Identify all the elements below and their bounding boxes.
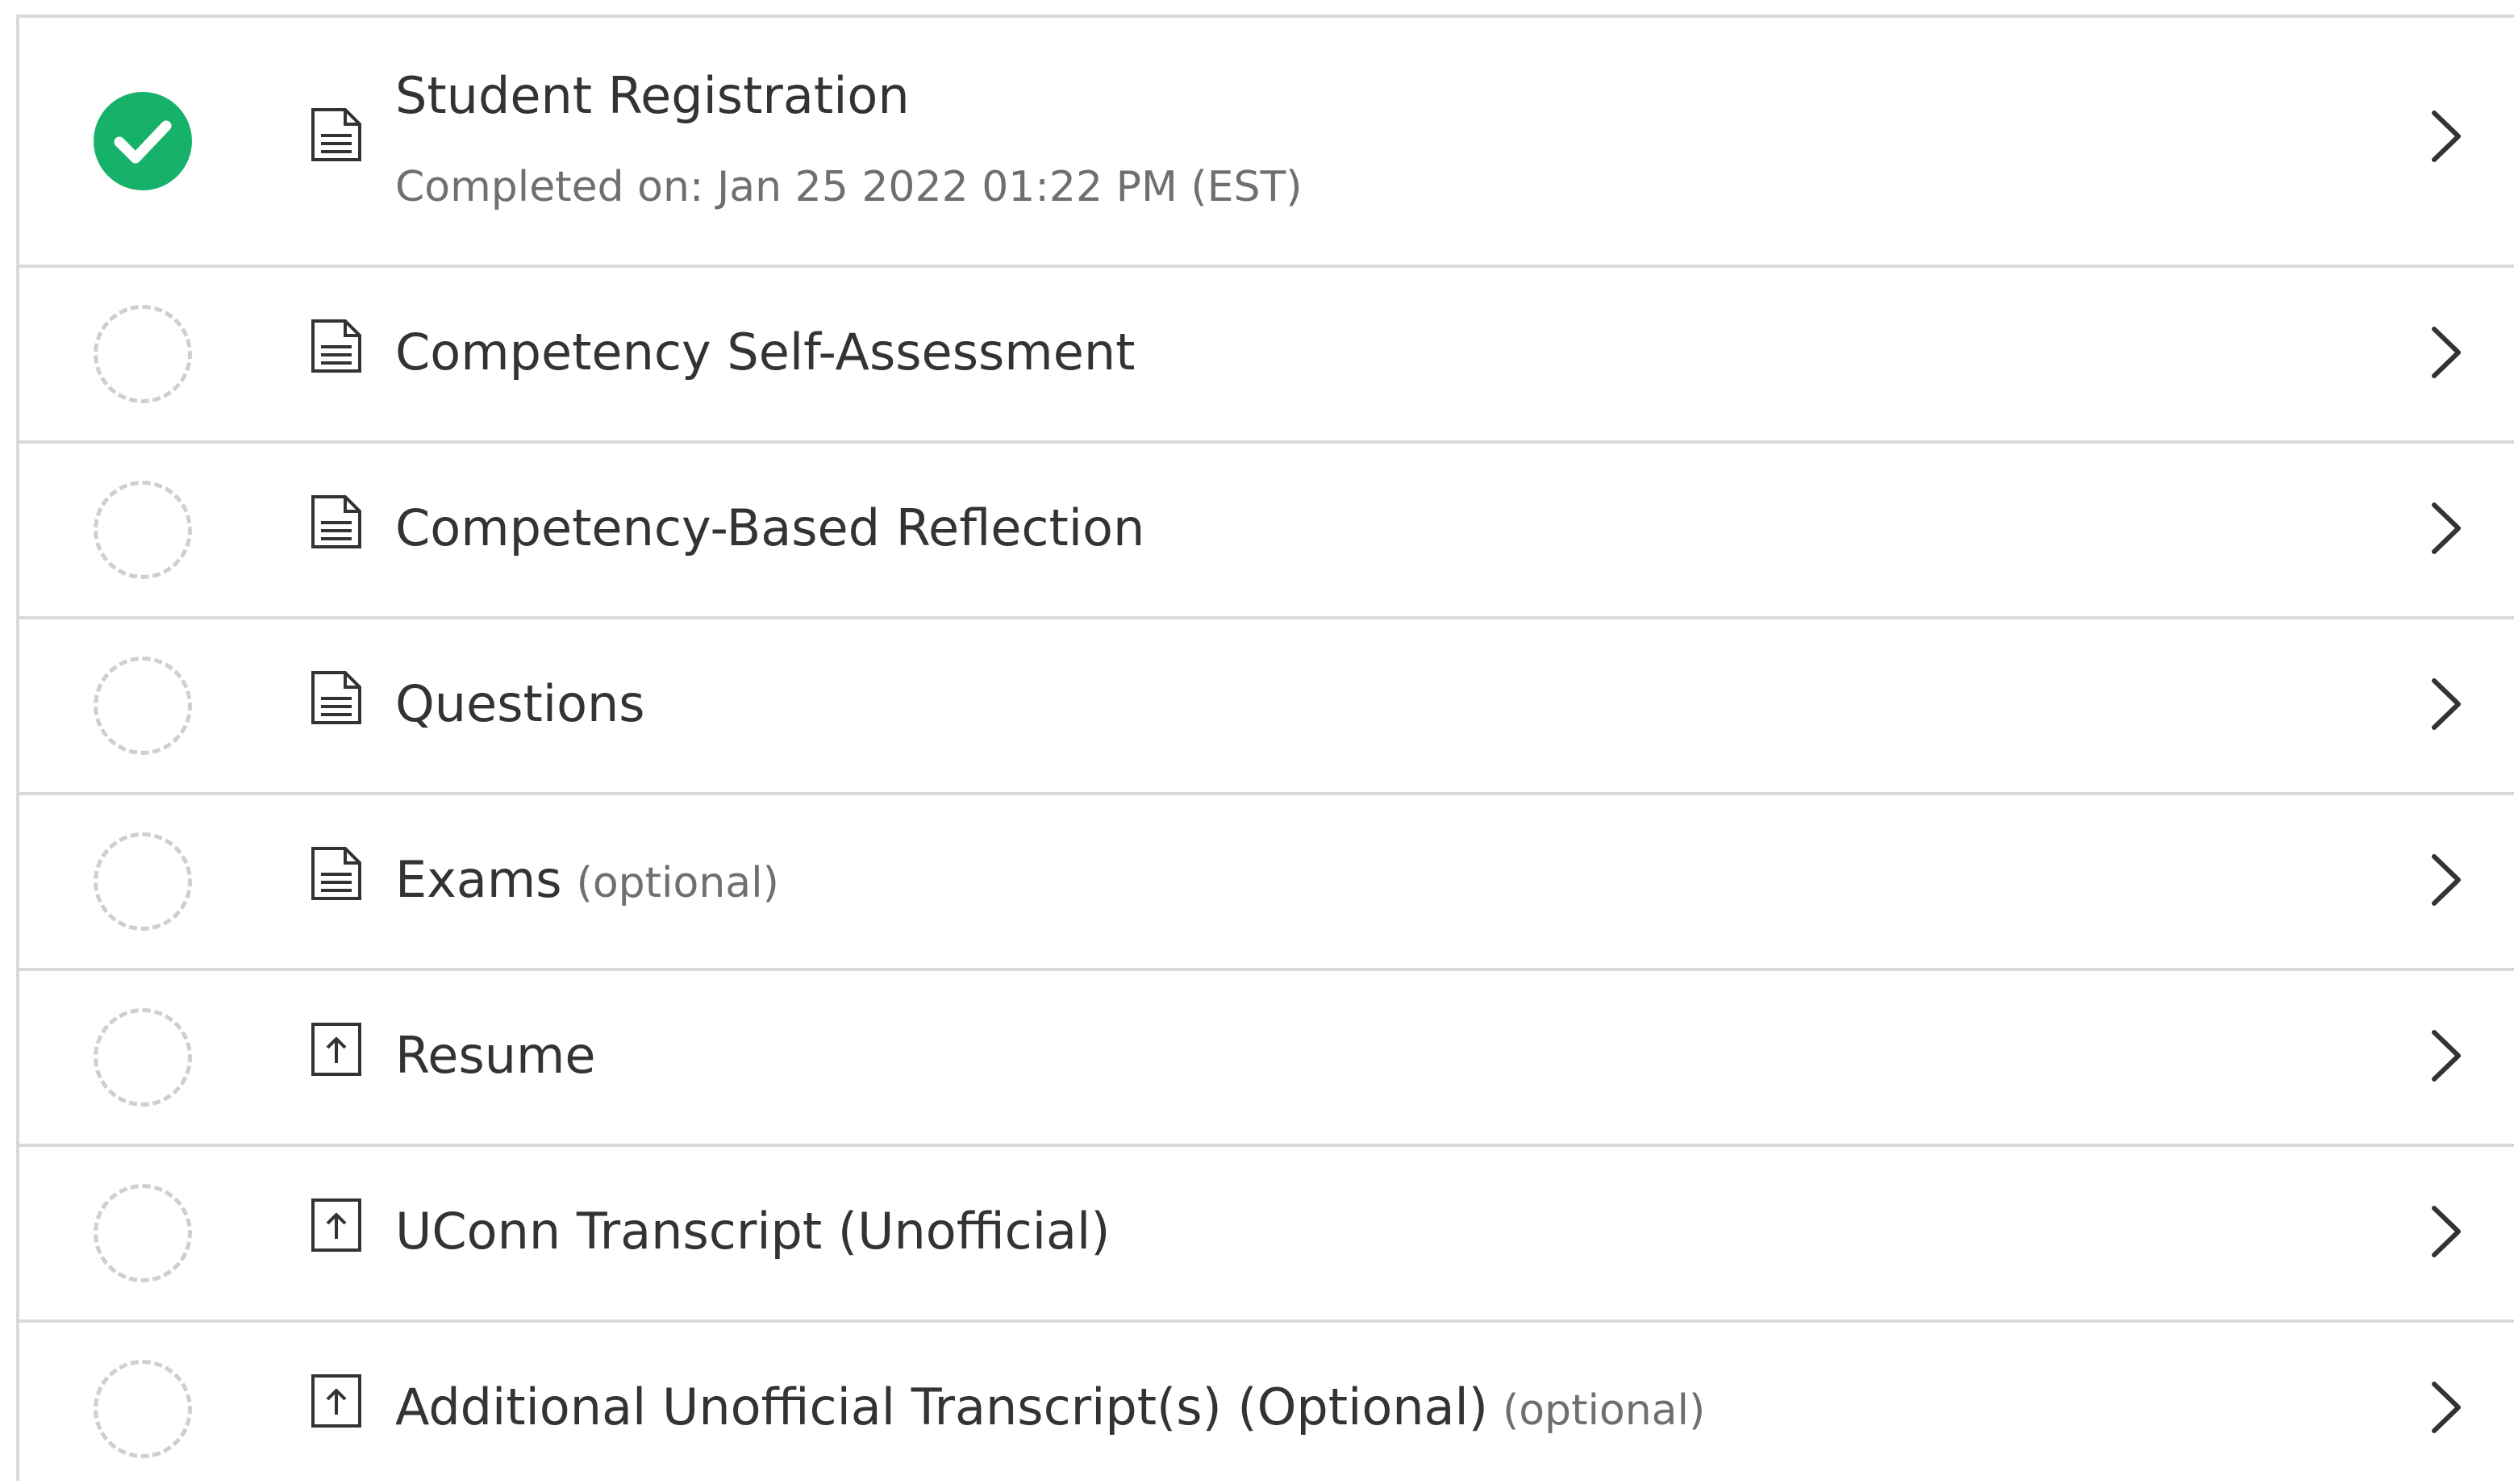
dashed-circle-icon bbox=[94, 1008, 192, 1107]
chevron-right-icon[interactable] bbox=[2426, 676, 2466, 732]
item-title: Resume bbox=[395, 1026, 596, 1085]
chevron-right-icon[interactable] bbox=[2426, 1203, 2466, 1260]
dashed-circle-icon bbox=[94, 1184, 192, 1282]
list-item-resume[interactable]: Resume bbox=[19, 971, 2514, 1147]
upload-icon bbox=[310, 1197, 363, 1253]
list-item-student-registration[interactable]: Student Registration Completed on: Jan 2… bbox=[19, 18, 2514, 268]
document-icon bbox=[310, 318, 363, 374]
chevron-right-icon[interactable] bbox=[2426, 1028, 2466, 1084]
item-title-text: Additional Unofficial Transcript(s) (Opt… bbox=[395, 1378, 1488, 1436]
optional-tag: (optional) bbox=[1502, 1386, 1706, 1435]
list-item-additional-transcripts[interactable]: Additional Unofficial Transcript(s) (Opt… bbox=[19, 1323, 2514, 1484]
list-item-uconn-transcript[interactable]: UConn Transcript (Unofficial) bbox=[19, 1147, 2514, 1323]
item-title: Questions bbox=[395, 674, 645, 733]
item-title: Competency Self-Assessment bbox=[395, 323, 1136, 381]
item-title: Additional Unofficial Transcript(s) (Opt… bbox=[395, 1382, 1705, 1432]
item-title-text: Exams bbox=[395, 850, 562, 909]
upload-icon bbox=[310, 1373, 363, 1429]
dashed-circle-icon bbox=[94, 305, 192, 403]
dashed-circle-icon bbox=[94, 481, 192, 579]
document-icon bbox=[310, 494, 363, 550]
item-title: Competency-Based Reflection bbox=[395, 498, 1145, 557]
chevron-right-icon[interactable] bbox=[2426, 500, 2466, 556]
document-icon bbox=[310, 106, 363, 163]
list-item-competency-self-assessment[interactable]: Competency Self-Assessment bbox=[19, 268, 2514, 444]
dashed-circle-icon bbox=[94, 832, 192, 931]
chevron-right-icon[interactable] bbox=[2426, 1379, 2466, 1436]
dashed-circle-icon bbox=[94, 657, 192, 755]
item-title: UConn Transcript (Unofficial) bbox=[395, 1202, 1111, 1261]
item-title: Exams (optional) bbox=[395, 855, 779, 905]
chevron-right-icon[interactable] bbox=[2426, 324, 2466, 381]
chevron-right-icon[interactable] bbox=[2426, 852, 2466, 908]
list-item-competency-based-reflection[interactable]: Competency-Based Reflection bbox=[19, 444, 2514, 619]
requirements-list: Student Registration Completed on: Jan 2… bbox=[16, 15, 2514, 1481]
chevron-right-icon[interactable] bbox=[2426, 108, 2466, 165]
document-icon bbox=[310, 669, 363, 726]
upload-icon bbox=[310, 1021, 363, 1078]
dashed-circle-icon bbox=[94, 1360, 192, 1458]
list-item-exams[interactable]: Exams (optional) bbox=[19, 795, 2514, 971]
document-icon bbox=[310, 845, 363, 902]
completed-date: Completed on: Jan 25 2022 01:22 PM (EST) bbox=[395, 163, 1303, 211]
item-title: Student Registration bbox=[395, 66, 910, 125]
check-circle-icon bbox=[94, 92, 192, 190]
list-item-questions[interactable]: Questions bbox=[19, 619, 2514, 795]
optional-tag: (optional) bbox=[576, 859, 779, 907]
